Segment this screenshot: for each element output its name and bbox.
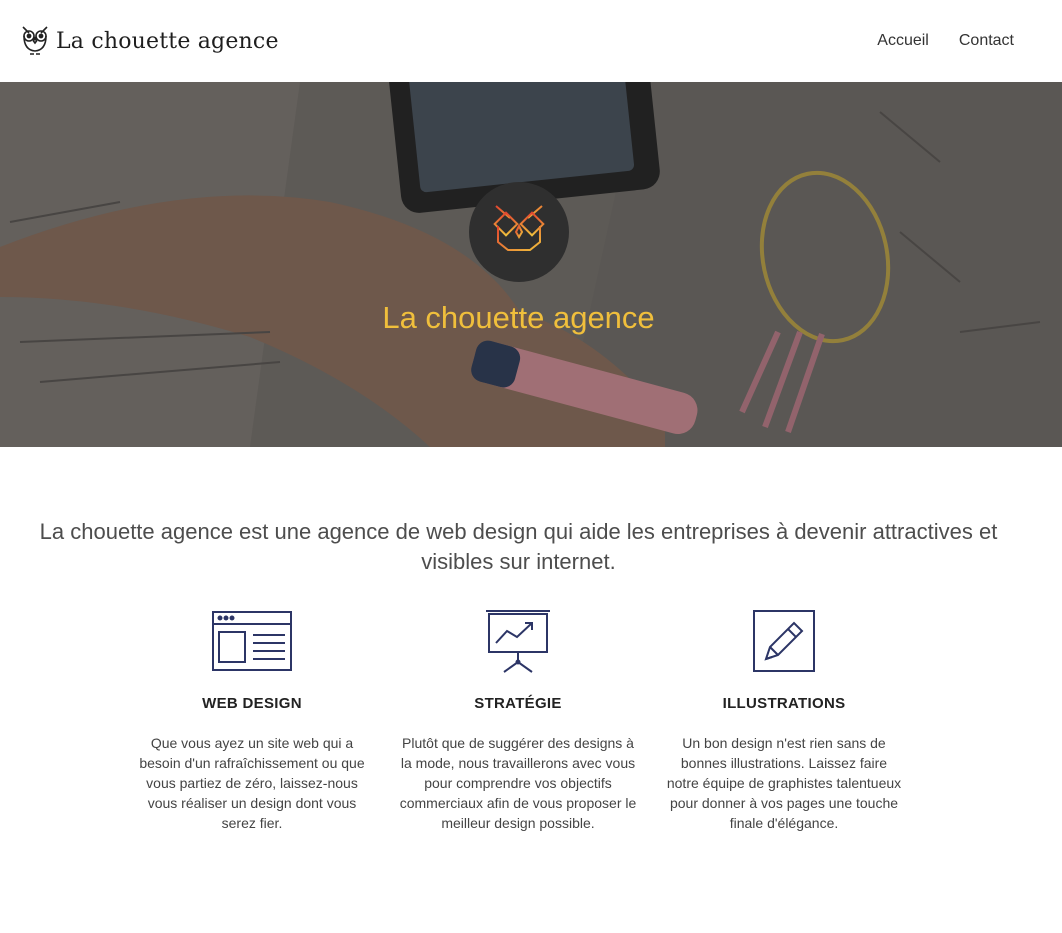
services: WEB DESIGN Que vous ayez un site web qui… — [0, 605, 1062, 845]
service-title: WEB DESIGN — [202, 695, 302, 712]
service-title: ILLUSTRATIONS — [722, 695, 846, 712]
hero-title: La chouette agence — [382, 300, 655, 335]
hero-banner: La chouette agence — [0, 82, 1062, 447]
nav-link-accueil[interactable]: Accueil — [877, 32, 929, 50]
web-design-icon — [212, 611, 292, 671]
service-strategie: STRATÉGIE Plutôt que de suggérer des des… — [398, 605, 638, 833]
service-description: Un bon design n'est rien sans de bonnes … — [666, 735, 902, 831]
pencil-icon — [753, 610, 815, 672]
service-web-design: WEB DESIGN Que vous ayez un site web qui… — [132, 605, 372, 833]
strategy-presentation-icon — [486, 610, 550, 673]
service-description: Que vous ayez un site web qui a besoin d… — [139, 735, 365, 831]
nav-link-contact[interactable]: Contact — [959, 32, 1014, 50]
owl-icon — [493, 205, 545, 259]
owl-logo-icon — [22, 26, 48, 55]
intro-text: La chouette agence est une agence de web… — [39, 519, 998, 574]
owl-badge — [469, 182, 569, 282]
brand[interactable]: La chouette agence — [20, 24, 279, 58]
service-description: Plutôt que de suggérer des designs à la … — [399, 735, 637, 831]
brand-name: La chouette agence — [56, 28, 279, 54]
service-title: STRATÉGIE — [474, 695, 562, 712]
site-header: La chouette agence Accueil Contact — [0, 0, 1062, 82]
main-nav: Accueil Contact — [877, 32, 1014, 50]
service-illustrations: ILLUSTRATIONS Un bon design n'est rien s… — [664, 605, 904, 833]
